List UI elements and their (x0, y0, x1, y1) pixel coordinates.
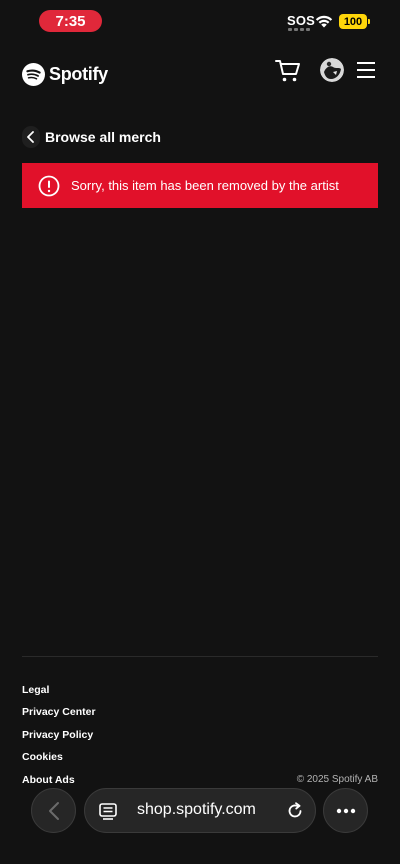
footer-divider (22, 656, 378, 657)
reload-icon[interactable] (285, 801, 305, 821)
alert-circle-icon (38, 175, 60, 196)
footer-link-cookies[interactable]: Cookies (22, 751, 96, 773)
footer-link-privacy-policy[interactable]: Privacy Policy (22, 729, 96, 751)
address-bar[interactable]: shop.spotify.com (84, 788, 316, 833)
chevron-left-icon (22, 126, 40, 148)
avatar[interactable] (320, 58, 344, 82)
more-button[interactable] (323, 788, 368, 833)
battery-tip (368, 19, 370, 24)
hamburger-menu-icon[interactable] (357, 61, 375, 79)
browse-all-merch-link[interactable]: Browse all merch (22, 126, 161, 148)
browse-all-merch-label: Browse all merch (45, 129, 161, 145)
spotify-home-link[interactable]: Spotify (22, 63, 108, 86)
footer-links: Legal Privacy Center Privacy Policy Cook… (22, 684, 96, 796)
wifi-icon (315, 15, 333, 28)
brand-name: Spotify (49, 64, 108, 84)
avatar-image (320, 58, 344, 82)
site-header: Spotify (0, 52, 400, 96)
battery-indicator: 100 (339, 14, 367, 29)
error-message: Sorry, this item has been removed by the… (71, 178, 339, 193)
browser-back-button[interactable] (31, 788, 76, 833)
spotify-logo-icon (22, 63, 45, 86)
footer-link-privacy-center[interactable]: Privacy Center (22, 706, 96, 728)
copyright: © 2025 Spotify AB (296, 774, 378, 785)
cart-icon[interactable] (275, 59, 301, 83)
more-icon (336, 808, 355, 813)
url-text: shop.spotify.com (137, 801, 256, 818)
tabs-icon[interactable] (99, 802, 117, 820)
status-time[interactable]: 7:35 (39, 10, 102, 32)
footer-link-legal[interactable]: Legal (22, 684, 96, 706)
signal-dots-icon (288, 28, 310, 31)
error-banner: Sorry, this item has been removed by the… (22, 163, 378, 208)
status-bar: 7:35 SOS 100 (0, 0, 400, 44)
sos-indicator: SOS (287, 13, 316, 28)
back-arrow-icon (48, 801, 59, 820)
